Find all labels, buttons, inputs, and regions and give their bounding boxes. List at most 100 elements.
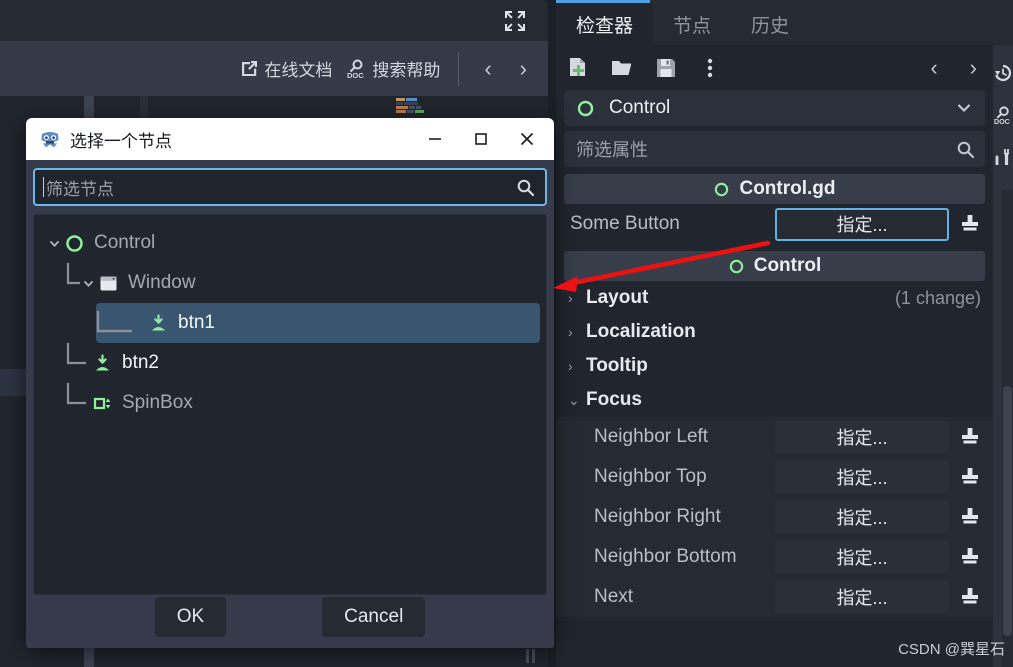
- tab-history-label: 历史: [751, 15, 790, 37]
- chevron-down-icon: [957, 104, 971, 113]
- minimize-icon: [429, 138, 441, 140]
- svg-text:DOC: DOC: [347, 71, 364, 79]
- inspected-object-name: Control: [609, 97, 671, 118]
- inspector-panel: ‹ › Control 筛选属性 Control.gd Some Button …: [556, 45, 993, 667]
- property-row: Neighbor Top 指定...: [556, 457, 993, 497]
- property-assign-button[interactable]: 指定...: [775, 500, 949, 534]
- script-property-assign-button[interactable]: 指定...: [775, 207, 949, 241]
- property-assign-button[interactable]: 指定...: [775, 420, 949, 454]
- tree-item-window[interactable]: Window: [40, 263, 540, 303]
- menu-divider: [458, 51, 460, 86]
- property-assign-button[interactable]: 指定...: [775, 540, 949, 574]
- inspector-toolbar: ‹ ›: [556, 45, 993, 90]
- inspector-scrollbar-track[interactable]: [1002, 190, 1013, 667]
- property-row: Neighbor Left 指定...: [556, 417, 993, 457]
- revert-icon: [962, 508, 978, 524]
- script-section-header: Control.gd: [564, 174, 985, 204]
- category-layout[interactable]: › Layout (1 change): [556, 281, 993, 315]
- history-forward-button[interactable]: ›: [513, 56, 534, 82]
- inspector-next-button[interactable]: ›: [964, 55, 983, 81]
- tab-node[interactable]: 节点: [653, 3, 731, 45]
- tree-item-btn2[interactable]: btn2: [40, 343, 540, 383]
- external-link-icon: [242, 61, 258, 76]
- class-section-title: Control: [753, 255, 822, 276]
- minimize-button[interactable]: [412, 119, 458, 159]
- node-tree[interactable]: Control Window btn1 btn2 SpinBox: [33, 214, 547, 595]
- doc-search-icon[interactable]: DOC: [993, 105, 1013, 126]
- inspected-object-selector[interactable]: Control: [564, 90, 985, 126]
- button-node-icon: [96, 353, 109, 370]
- script-property-label: Some Button: [570, 213, 680, 234]
- script-property-row: Some Button 指定...: [556, 204, 993, 244]
- property-label: Neighbor Left: [594, 426, 709, 447]
- search-icon: [957, 141, 975, 158]
- svg-text:DOC: DOC: [994, 118, 1010, 125]
- ok-button[interactable]: OK: [154, 597, 227, 637]
- chevron-right-icon: ›: [568, 324, 573, 340]
- doc-search-icon: DOC: [347, 59, 365, 79]
- dialog-body: 筛选节点 Control Window btn1 btn2 SpinBox: [26, 160, 554, 595]
- property-filter-field[interactable]: 筛选属性: [564, 131, 985, 167]
- search-help-button[interactable]: DOC 搜索帮助: [346, 56, 440, 81]
- tree-guide-lines: [66, 343, 86, 365]
- chevron-right-icon: ›: [568, 290, 573, 306]
- category-focus[interactable]: ⌄ Focus: [556, 383, 993, 417]
- watermark: CSDN @巽星石: [898, 641, 1005, 658]
- maximize-button[interactable]: [458, 119, 504, 159]
- tab-node-label: 节点: [673, 15, 712, 37]
- category-tooltip-label: Tooltip: [586, 355, 648, 376]
- property-label: Neighbor Right: [594, 506, 721, 527]
- resize-grip[interactable]: [524, 648, 540, 664]
- chevron-down-icon: [84, 280, 93, 287]
- history-icon[interactable]: [993, 63, 1013, 83]
- dock-tabbar: 检查器 节点 历史: [556, 3, 809, 45]
- tab-history[interactable]: 历史: [731, 3, 809, 45]
- cancel-button[interactable]: Cancel: [322, 597, 426, 637]
- focus-properties-list: Neighbor Left 指定... Neighbor Top 指定... N…: [556, 417, 993, 617]
- chevron-down-icon: ⌄: [568, 391, 580, 408]
- expand-arrows-icon[interactable]: [504, 10, 526, 32]
- property-row: Neighbor Bottom 指定...: [556, 537, 993, 577]
- new-resource-icon[interactable]: [566, 56, 590, 80]
- search-icon: [517, 179, 535, 196]
- revert-icon: [962, 588, 978, 604]
- close-button[interactable]: [504, 119, 550, 159]
- tree-item-btn1[interactable]: btn1: [96, 303, 540, 343]
- tree-guide-lines: [66, 383, 86, 405]
- editor-top-bar: [0, 0, 548, 41]
- more-options-icon[interactable]: [698, 56, 722, 80]
- tree-item-label: Window: [128, 272, 196, 293]
- category-localization-label: Localization: [586, 321, 696, 342]
- text-cursor: [43, 177, 44, 197]
- online-docs-button[interactable]: 在线文档: [240, 56, 332, 81]
- category-tooltip[interactable]: › Tooltip: [556, 349, 993, 383]
- maximize-icon: [475, 133, 487, 145]
- property-assign-button[interactable]: 指定...: [775, 580, 949, 614]
- save-resource-icon[interactable]: [654, 56, 678, 80]
- revert-icon: [962, 548, 978, 564]
- tree-item-control[interactable]: Control: [40, 223, 540, 263]
- tree-item-label: Control: [94, 232, 156, 253]
- property-label: Next: [594, 586, 634, 607]
- category-layout-label: Layout: [586, 287, 649, 308]
- tree-item-spinbox[interactable]: SpinBox: [40, 383, 540, 423]
- chevron-right-icon: ›: [568, 358, 573, 374]
- editor-settings-icon[interactable]: [993, 147, 1013, 167]
- app-window: 在线文档 DOC 搜索帮助 ‹ › 检查器 节点 历史 ‹ › Control …: [0, 0, 1013, 667]
- inspector-scrollbar-thumb[interactable]: [1003, 386, 1012, 636]
- tab-inspector-label: 检查器: [576, 15, 634, 37]
- node-filter-field[interactable]: 筛选节点: [33, 168, 547, 206]
- godot-robot-icon: [41, 131, 59, 147]
- open-resource-icon[interactable]: [610, 56, 634, 80]
- property-row: Neighbor Right 指定...: [556, 497, 993, 537]
- tree-item-label: btn2: [122, 352, 159, 373]
- category-localization[interactable]: › Localization: [556, 315, 993, 349]
- search-help-label: 搜索帮助: [372, 61, 441, 80]
- spinbox-node-icon: [93, 397, 111, 409]
- property-assign-button[interactable]: 指定...: [775, 460, 949, 494]
- history-back-button[interactable]: ‹: [477, 56, 498, 82]
- tree-item-label: SpinBox: [122, 392, 193, 413]
- revert-icon: [962, 428, 978, 444]
- inspector-prev-button[interactable]: ‹: [924, 55, 943, 81]
- tab-inspector[interactable]: 检查器: [556, 3, 654, 45]
